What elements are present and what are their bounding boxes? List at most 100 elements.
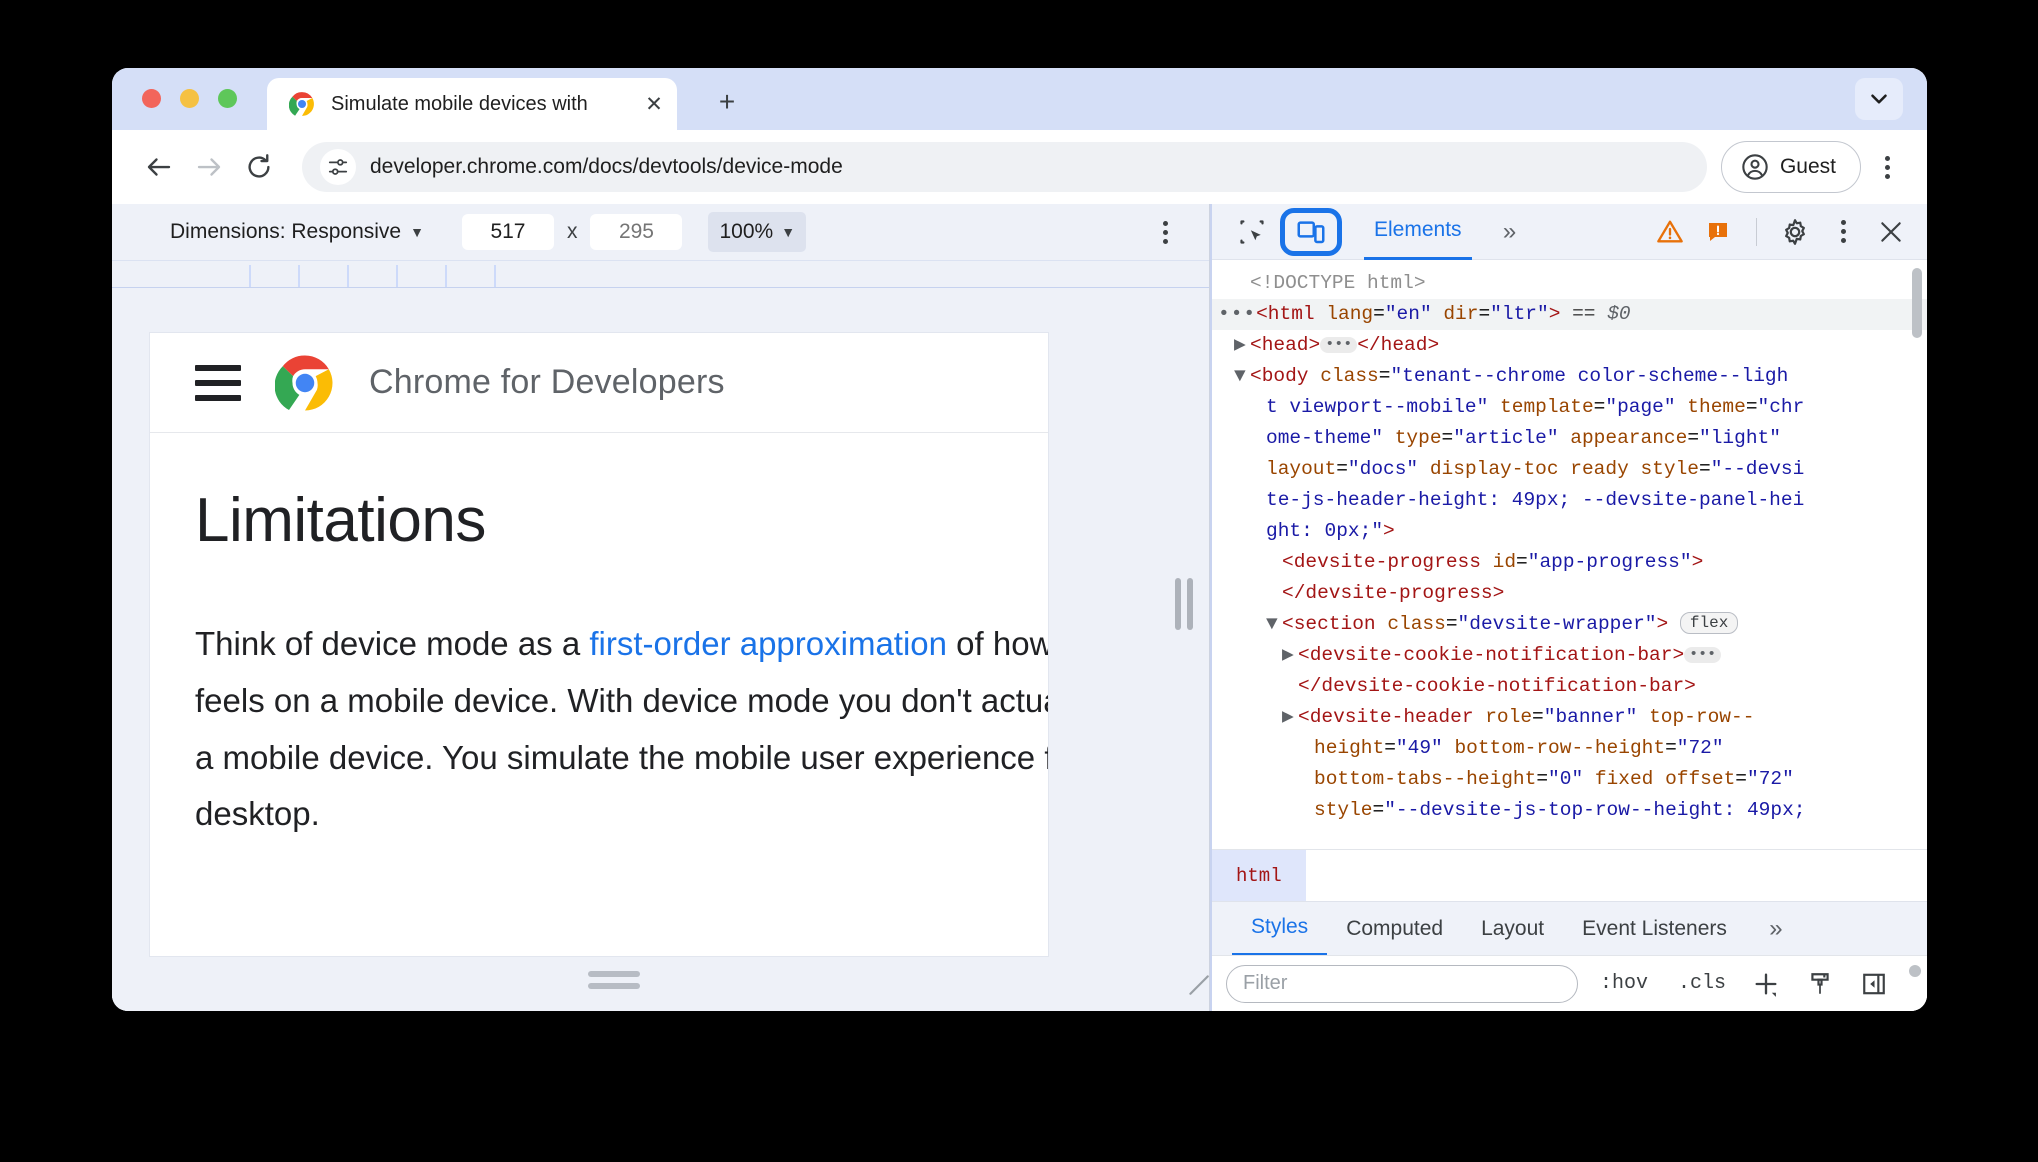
kebab-menu-icon[interactable] — [1865, 145, 1909, 189]
chevron-down-icon: ▼ — [781, 224, 796, 240]
arrow-left-icon[interactable] — [134, 142, 184, 192]
inspect-element-icon[interactable] — [1230, 212, 1274, 252]
dom-tree-node[interactable]: <!DOCTYPE html> — [1212, 268, 1927, 299]
dom-tree-node[interactable]: style="--devsite-js-top-row--height: 49p… — [1212, 795, 1927, 826]
hov-toggle-button[interactable]: :hov — [1592, 972, 1656, 995]
device-toolbar-glyph — [1297, 220, 1325, 243]
tune-settings-icon[interactable] — [320, 149, 356, 185]
styles-pane-tabs: Styles Computed Layout Event Listeners » — [1212, 901, 1927, 956]
chevron-down-glyph — [1871, 94, 1887, 104]
dom-tree-node[interactable]: ght: 0px;"> — [1212, 516, 1927, 547]
warning-triangle-icon[interactable] — [1648, 212, 1692, 252]
close-icon[interactable] — [1869, 212, 1913, 252]
dom-tree-node[interactable]: •••<html lang="en" dir="ltr"> == $0 — [1212, 299, 1927, 330]
tab-layout[interactable]: Layout — [1462, 902, 1563, 956]
gear-icon[interactable] — [1773, 212, 1817, 252]
dom-tree-node[interactable]: ▼ <body class="tenant--chrome color-schem… — [1212, 361, 1927, 392]
close-glyph — [1881, 221, 1901, 242]
kebab-glyph — [1884, 155, 1890, 179]
plus-new-style-rule-icon[interactable] — [1744, 964, 1788, 1004]
devtools-toolbar-right — [1648, 212, 1913, 252]
tab-styles[interactable]: Styles — [1232, 902, 1328, 956]
browser-window: Simulate mobile devices with ✕ + develop… — [112, 68, 1927, 1011]
devtools-toolbar: Elements » — [1212, 204, 1927, 260]
close-window-button[interactable] — [142, 89, 161, 108]
browser-tab[interactable]: Simulate mobile devices with ✕ — [267, 78, 677, 130]
close-icon[interactable]: ✕ — [637, 87, 671, 121]
first-order-approximation-link[interactable]: first-order approximation — [589, 625, 947, 662]
zoom-label: 100% — [719, 220, 774, 243]
dimensions-dropdown[interactable]: Dimensions: Responsive ▼ — [162, 215, 432, 249]
dom-tree-node[interactable]: bottom-tabs--height="0" fixed offset="72… — [1212, 764, 1927, 795]
site-title: Chrome for Developers — [369, 363, 725, 401]
viewport-height-input[interactable] — [590, 214, 683, 250]
dom-tree-lines: <!DOCTYPE html> •••<html lang="en" dir="l… — [1212, 268, 1927, 826]
address-bar[interactable]: developer.chrome.com/docs/devtools/devic… — [302, 142, 1707, 192]
toggle-sidebar-icon[interactable] — [1852, 964, 1896, 1004]
chevron-down-icon[interactable] — [1855, 78, 1903, 120]
chevron-down-icon: ▼ — [410, 224, 424, 240]
error-glyph — [1709, 222, 1727, 241]
viewport-width-input[interactable] — [461, 214, 554, 250]
dom-tree-node[interactable]: </devsite-progress> — [1212, 578, 1927, 609]
styles-tabs-overflow-icon[interactable]: » — [1756, 909, 1796, 949]
kebab-menu-icon — [1162, 220, 1168, 244]
cls-toggle-button[interactable]: .cls — [1670, 972, 1734, 995]
styles-toolbar: :hov .cls — [1212, 955, 1927, 1011]
reload-icon[interactable] — [234, 142, 284, 192]
panel-overflow-icon[interactable]: » — [1490, 212, 1530, 252]
tune-glyph — [328, 159, 348, 175]
maximize-window-button[interactable] — [218, 89, 237, 108]
dom-tree-node[interactable]: t viewport--mobile" template="page" them… — [1212, 392, 1927, 423]
device-mode-toolbar: Dimensions: Responsive ▼ x 100% ▼ — [112, 204, 1209, 260]
dom-tree-node[interactable]: ▼ <section class="devsite-wrapper"> flex — [1212, 609, 1927, 640]
viewport-resize-handle-bottom[interactable] — [588, 971, 640, 989]
profile-button[interactable]: Guest — [1720, 141, 1861, 193]
viewport-resize-handle-right[interactable] — [1175, 578, 1193, 630]
device-toolbar-icon[interactable] — [1280, 207, 1342, 256]
dom-tree-node[interactable]: ▶ <head> ••• </head> — [1212, 330, 1927, 361]
dom-tree-node[interactable]: layout="docs" display-toc ready style="-… — [1212, 454, 1927, 485]
plus-icon[interactable]: + — [708, 83, 746, 121]
device-toolbar-menu-button[interactable] — [1147, 214, 1183, 250]
dom-tree-scrollbar[interactable] — [1912, 268, 1922, 338]
paragraph-text-before: Think of device mode as a — [195, 625, 590, 662]
zoom-dropdown[interactable]: 100% ▼ — [708, 212, 807, 252]
tab-strip: Simulate mobile devices with ✕ + — [112, 68, 1927, 130]
breadcrumb-item-html[interactable]: html — [1212, 849, 1306, 902]
error-badge-icon[interactable] — [1696, 212, 1740, 252]
gear-glyph — [1785, 218, 1805, 245]
viewport-ruler[interactable] — [112, 260, 1209, 288]
arrow-right-icon[interactable] — [184, 142, 234, 192]
tab-computed[interactable]: Computed — [1327, 902, 1462, 956]
minimize-window-button[interactable] — [180, 89, 199, 108]
profile-label: Guest — [1779, 155, 1836, 178]
kebab-menu-icon[interactable] — [1821, 212, 1865, 252]
device-mode-pane: Dimensions: Responsive ▼ x 100% ▼ — [112, 204, 1210, 1011]
page-body: Limitations Think of device mode as a fi… — [150, 433, 1048, 843]
browser-tab-title: Simulate mobile devices with — [331, 92, 588, 115]
styles-pane-scrollbar[interactable] — [1909, 965, 1921, 977]
hamburger-menu-icon[interactable] — [195, 364, 241, 401]
dom-tree-node[interactable]: <devsite-progress id="app-progress"> — [1212, 547, 1927, 578]
paintbrush-icon[interactable] — [1798, 964, 1842, 1004]
viewport-resize-handle-corner[interactable] — [1185, 971, 1209, 997]
dom-tree-node[interactable]: ome-theme" type="article" appearance="li… — [1212, 423, 1927, 454]
site-header: Chrome for Developers — [150, 333, 1048, 433]
dom-tree-node[interactable]: ▶ <devsite-cookie-notification-bar> ••• — [1212, 640, 1927, 671]
dom-tree[interactable]: <!DOCTYPE html> •••<html lang="en" dir="l… — [1212, 260, 1927, 849]
tab-event-listeners[interactable]: Event Listeners — [1563, 902, 1746, 956]
dom-tree-node[interactable]: </devsite-cookie-notification-bar> — [1212, 671, 1927, 702]
simulated-device-viewport[interactable]: Chrome for Developers Limitations Think … — [150, 333, 1048, 956]
dom-tree-node[interactable]: te-js-header-height: 49px; --devsite-pan… — [1212, 485, 1927, 516]
inspect-glyph — [1240, 219, 1264, 244]
paintbrush-glyph — [1811, 972, 1829, 994]
dom-tree-node[interactable]: height="49" bottom-row--height="72" — [1212, 733, 1927, 764]
content-area: Dimensions: Responsive ▼ x 100% ▼ — [112, 204, 1927, 1011]
page-paragraph: Think of device mode as a first-order ap… — [195, 616, 1048, 843]
plus-glyph — [1755, 973, 1777, 997]
tab-elements[interactable]: Elements — [1364, 204, 1472, 260]
dom-tree-node[interactable]: ▶ <devsite-header role="banner" top-row-- — [1212, 702, 1927, 733]
styles-filter-input[interactable] — [1226, 964, 1578, 1003]
toggle-sidebar-glyph — [1863, 973, 1885, 994]
